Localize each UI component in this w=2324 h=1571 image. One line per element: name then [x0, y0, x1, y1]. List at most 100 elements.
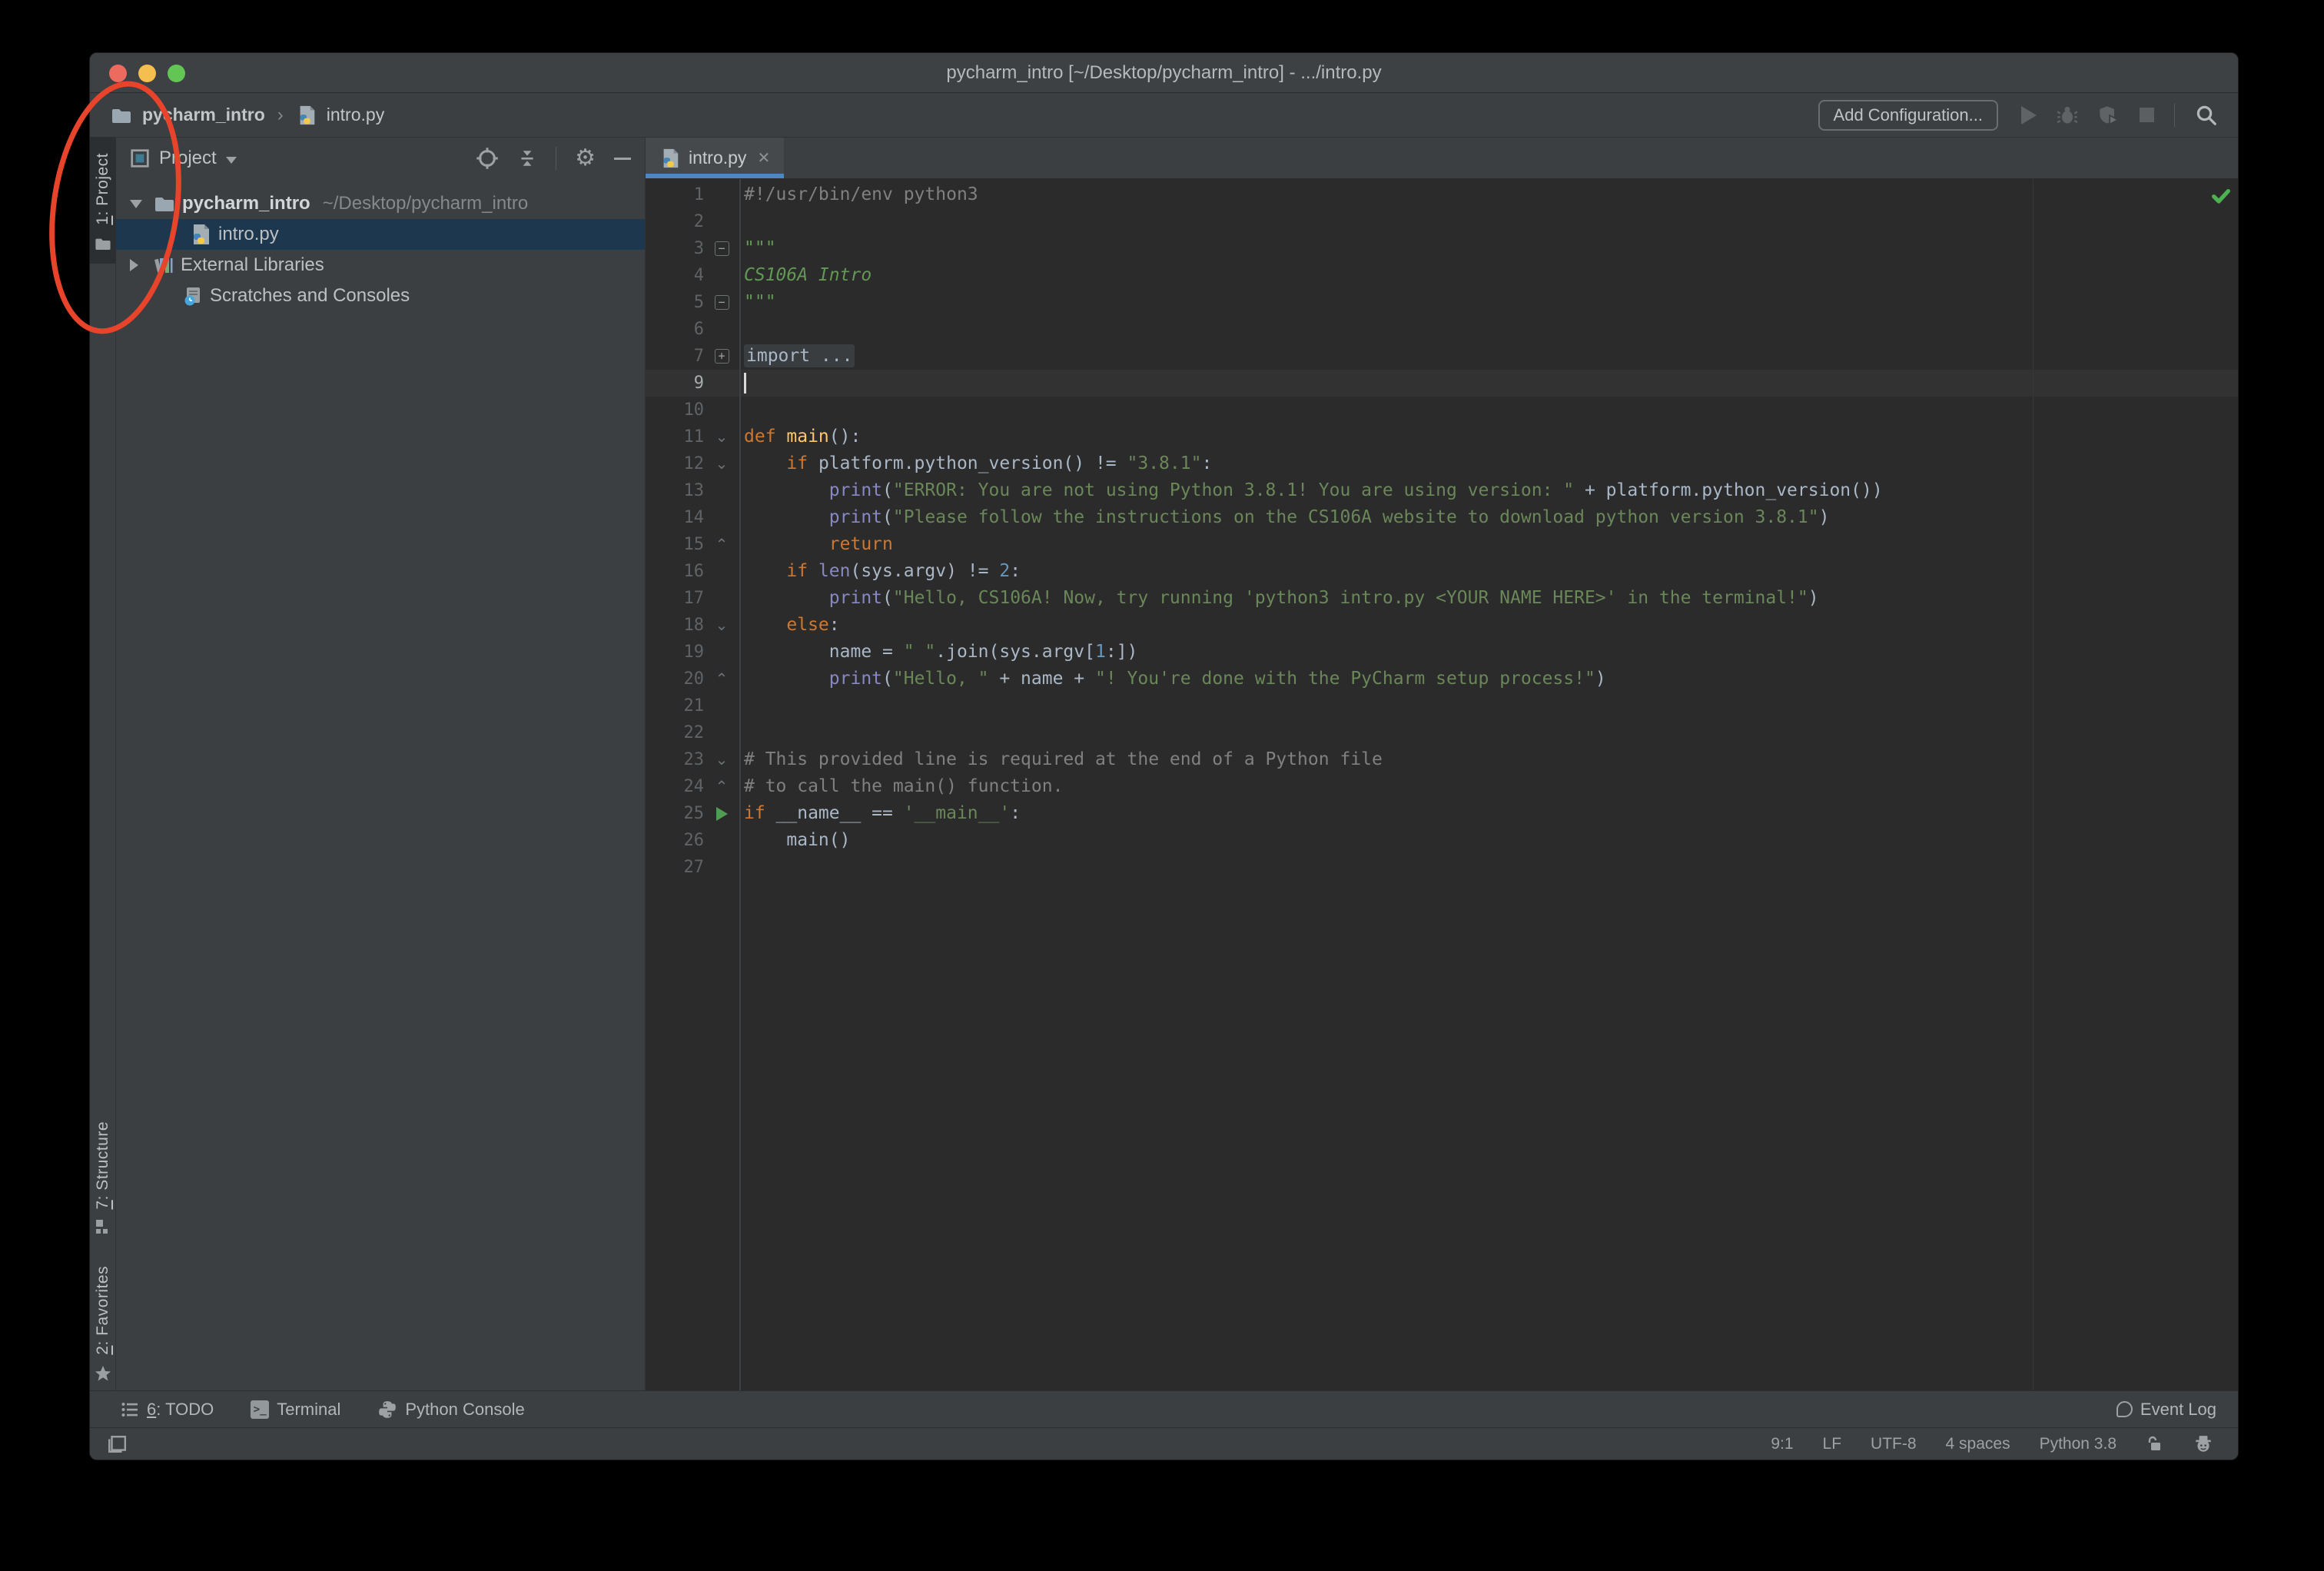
hide-panel-icon[interactable] — [614, 157, 631, 160]
code-line-12[interactable]: 12 ⌄ if platform.python_version() != "3.8… — [646, 450, 2238, 477]
tree-row-external-libraries[interactable]: External Libraries — [116, 250, 645, 281]
code-text[interactable]: CS106A Intro — [739, 262, 872, 289]
code-line-4[interactable]: 4 CS106A Intro — [646, 262, 2238, 289]
code-line-11[interactable]: 11 ⌄ def main(): — [646, 423, 2238, 450]
fold-end-icon[interactable]: ⌃ — [704, 666, 739, 693]
code-text[interactable]: """ — [739, 235, 776, 262]
status-bar-widgets: 9:1 LF UTF-8 4 spaces Python 3.8 — [1771, 1434, 2213, 1454]
code-line-27[interactable]: 27 — [646, 854, 2238, 881]
unlock-icon[interactable] — [2146, 1435, 2164, 1453]
breadcrumb-file[interactable]: intro.py — [327, 105, 384, 125]
locate-icon[interactable] — [476, 147, 499, 170]
line-ending-widget[interactable]: LF — [1823, 1435, 1842, 1453]
code-line-20[interactable]: 20 ⌃ print("Hello, " + name + "! You're d… — [646, 666, 2238, 693]
code-line-5[interactable]: 5− """ — [646, 289, 2238, 316]
fold-open-icon[interactable]: ⌄ — [704, 612, 739, 639]
code-line-9[interactable]: 9 — [646, 370, 2238, 397]
code-line-3[interactable]: 3− """ — [646, 235, 2238, 262]
title-bar[interactable]: pycharm_intro [~/Desktop/pycharm_intro] … — [90, 53, 2238, 93]
fold-open-icon[interactable]: ⌄ — [704, 746, 739, 773]
collapse-all-icon[interactable] — [517, 148, 537, 168]
code-text[interactable]: """ — [739, 289, 776, 316]
todo-tool-button[interactable]: 6: TODO — [121, 1400, 214, 1420]
code-text[interactable]: else: — [739, 612, 839, 639]
indent-widget[interactable]: 4 spaces — [1946, 1435, 2010, 1453]
search-icon[interactable] — [2195, 104, 2218, 127]
close-tab-icon[interactable]: ✕ — [757, 148, 770, 168]
code-text[interactable]: # This provided line is required at the … — [739, 746, 1383, 773]
code-line-17[interactable]: 17 print("Hello, CS106A! Now, try runnin… — [646, 585, 2238, 612]
minimize-button[interactable] — [138, 65, 156, 82]
code-text[interactable]: #!/usr/bin/env python3 — [739, 181, 978, 208]
code-line-26[interactable]: 26 main() — [646, 827, 2238, 854]
run-icon[interactable] — [2021, 105, 2037, 125]
code-text[interactable]: print("Please follow the instructions on… — [739, 504, 1830, 531]
code-text[interactable]: if platform.python_version() != "3.8.1": — [739, 450, 1212, 477]
stop-icon[interactable] — [2140, 108, 2154, 122]
caret-position-widget[interactable]: 9:1 — [1771, 1435, 1793, 1453]
interpreter-widget[interactable]: Python 3.8 — [2040, 1435, 2116, 1453]
python-console-tool-button[interactable]: Python Console — [377, 1400, 525, 1420]
code-text[interactable]: if __name__ == '__main__': — [739, 800, 1021, 827]
code-line-24[interactable]: 24 ⌃ # to call the main() function. — [646, 773, 2238, 800]
close-button[interactable] — [109, 65, 127, 82]
code-line-18[interactable]: 18 ⌄ else: — [646, 612, 2238, 639]
code-text[interactable]: # to call the main() function. — [739, 773, 1063, 800]
inspections-ok-icon[interactable] — [2210, 185, 2232, 207]
code-line-1[interactable]: 1 #!/usr/bin/env python3 — [646, 181, 2238, 208]
code-line-13[interactable]: 13 print("ERROR: You are not using Pytho… — [646, 477, 2238, 504]
favorites-tool-button[interactable]: 2: Favorites — [90, 1266, 116, 1383]
breadcrumb-project[interactable]: pycharm_intro — [142, 105, 265, 125]
fold-open-icon[interactable]: ⌄ — [704, 450, 739, 477]
tree-row-scratches[interactable]: Scratches and Consoles — [116, 281, 645, 311]
encoding-widget[interactable]: UTF-8 — [1871, 1435, 1917, 1453]
code-line-25[interactable]: 25 if __name__ == '__main__': — [646, 800, 2238, 827]
structure-tool-button[interactable]: 7: Structure — [90, 1121, 116, 1236]
code-text[interactable]: def main(): — [739, 423, 861, 450]
project-panel-title[interactable]: Project — [159, 148, 217, 169]
collapse-arrow-icon[interactable] — [130, 259, 138, 271]
fold-expand-icon[interactable]: + — [704, 343, 739, 370]
code-line-6[interactable]: 6 — [646, 316, 2238, 343]
tree-row-intro-py[interactable]: intro.py — [116, 219, 645, 250]
toolwindow-toggle-icon[interactable] — [107, 1434, 127, 1454]
code-text[interactable]: name = " ".join(sys.argv[1:]) — [739, 639, 1138, 666]
chevron-down-icon[interactable] — [225, 156, 237, 164]
code-line-15[interactable]: 15 ⌃ return — [646, 531, 2238, 558]
terminal-tool-button[interactable]: >_ Terminal — [251, 1400, 340, 1420]
fold-open-icon[interactable]: ⌄ — [704, 423, 739, 450]
code-text[interactable]: print("Hello, CS106A! Now, try running '… — [739, 585, 1819, 612]
code-text[interactable]: print("ERROR: You are not using Python 3… — [739, 477, 1883, 504]
code-line-21[interactable]: 21 — [646, 693, 2238, 719]
run-line-icon[interactable] — [704, 800, 739, 827]
inspection-profile-icon[interactable] — [2193, 1434, 2213, 1454]
fold-end-icon[interactable]: ⌃ — [704, 773, 739, 800]
code-line-23[interactable]: 23 ⌄ # This provided line is required at t… — [646, 746, 2238, 773]
code-line-7[interactable]: 7 + import ... — [646, 343, 2238, 370]
editor-body[interactable]: 1 #!/usr/bin/env python3 2 3− """ 4 CS106A Int… — [646, 179, 2238, 1390]
code-text[interactable]: if len(sys.argv) != 2: — [739, 558, 1021, 585]
fold-end-icon[interactable]: ⌃ — [704, 531, 739, 558]
coverage-icon[interactable] — [2098, 105, 2120, 126]
code-line-16[interactable]: 16 if len(sys.argv) != 2: — [646, 558, 2238, 585]
expand-arrow-icon[interactable] — [130, 199, 142, 208]
tab-intro-py[interactable]: intro.py ✕ — [646, 138, 785, 178]
code-text[interactable]: import ... — [739, 343, 855, 370]
zoom-button[interactable] — [168, 65, 185, 82]
code-text[interactable]: return — [739, 531, 893, 558]
code-line-19[interactable]: 19 name = " ".join(sys.argv[1:]) — [646, 639, 2238, 666]
add-configuration-button[interactable]: Add Configuration... — [1818, 99, 1998, 131]
code-line-2[interactable]: 2 — [646, 208, 2238, 235]
debug-icon[interactable] — [2057, 105, 2078, 126]
code-line-14[interactable]: 14 print("Please follow the instructions… — [646, 504, 2238, 531]
settings-gear-icon[interactable]: ⚙ — [575, 147, 596, 170]
fold-collapse-icon[interactable]: − — [704, 289, 739, 316]
event-log-button[interactable]: Event Log — [2116, 1400, 2216, 1420]
project-tool-button[interactable]: 1: Project — [90, 138, 116, 264]
code-line-10[interactable]: 10 — [646, 397, 2238, 423]
code-line-22[interactable]: 22 — [646, 719, 2238, 746]
tree-row-root[interactable]: pycharm_intro ~/Desktop/pycharm_intro — [116, 188, 645, 219]
code-text[interactable]: print("Hello, " + name + "! You're done … — [739, 666, 1606, 693]
code-text[interactable]: main() — [739, 827, 850, 854]
fold-collapse-icon[interactable]: − — [704, 235, 739, 262]
